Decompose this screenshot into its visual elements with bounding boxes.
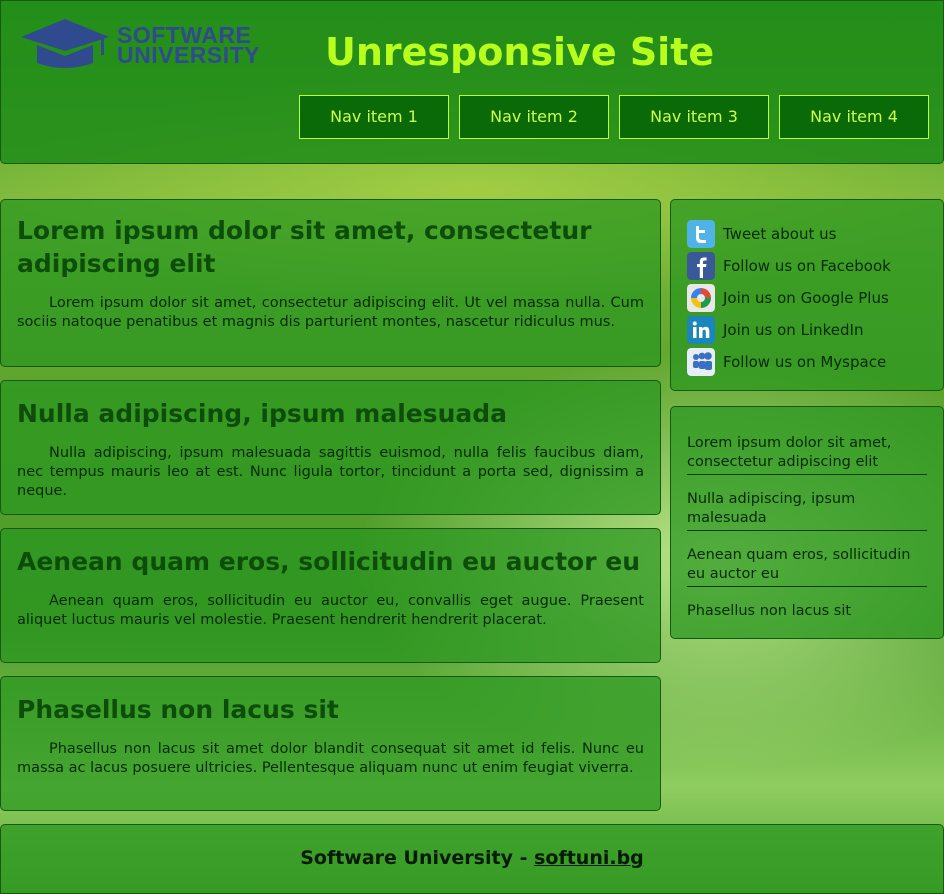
- google-plus-icon: [687, 284, 715, 312]
- nav-item-4[interactable]: Nav item 4: [779, 95, 929, 139]
- article-3: Aenean quam eros, sollicitudin eu auctor…: [0, 528, 661, 663]
- related-link-1[interactable]: Lorem ipsum dolor sit amet, consectetur …: [687, 431, 927, 475]
- site-title: Unresponsive Site: [325, 30, 715, 74]
- footer-link[interactable]: softuni.bg: [534, 847, 644, 869]
- article-2: Nulla adipiscing, ipsum malesuada Nulla …: [0, 380, 661, 515]
- social-item-twitter[interactable]: Tweet about us: [687, 218, 927, 250]
- social-item-google-plus[interactable]: Join us on Google Plus: [687, 282, 927, 314]
- article-body: Phasellus non lacus sit amet dolor bland…: [17, 741, 644, 776]
- social-links: Tweet about us Follow us on Facebook Joi…: [670, 199, 944, 391]
- footer-text: Software University -: [300, 847, 535, 869]
- software-university-logo[interactable]: SOFTWARE UNIVERSITY: [17, 15, 281, 71]
- article-4: Phasellus non lacus sit Phasellus non la…: [0, 676, 661, 811]
- graduation-cap-icon: [21, 19, 109, 68]
- social-label: Tweet about us: [723, 225, 837, 243]
- social-item-myspace[interactable]: Follow us on Myspace: [687, 346, 927, 378]
- linkedin-icon: [687, 316, 715, 344]
- nav-item-1[interactable]: Nav item 1: [299, 95, 449, 139]
- related-links: Lorem ipsum dolor sit amet, consectetur …: [670, 406, 944, 639]
- article-body: Nulla adipiscing, ipsum malesuada sagitt…: [17, 445, 644, 499]
- related-link-4[interactable]: Phasellus non lacus sit: [687, 599, 927, 623]
- article-body: Aenean quam eros, sollicitudin eu auctor…: [17, 593, 644, 628]
- article-1: Lorem ipsum dolor sit amet, consectetur …: [0, 199, 661, 367]
- social-label: Join us on LinkedIn: [723, 321, 864, 339]
- article-title: Aenean quam eros, sollicitudin eu auctor…: [17, 547, 641, 576]
- social-item-facebook[interactable]: Follow us on Facebook: [687, 250, 927, 282]
- article-title: Phasellus non lacus sit: [17, 695, 339, 724]
- site-footer: Software University - softuni.bg: [0, 824, 944, 894]
- social-label: Join us on Google Plus: [723, 289, 889, 307]
- site-header: SOFTWARE UNIVERSITY Unresponsive Site Na…: [0, 0, 944, 164]
- facebook-icon: [687, 252, 715, 280]
- twitter-icon: [687, 220, 715, 248]
- article-title: Lorem ipsum dolor sit amet, consectetur …: [17, 216, 592, 278]
- social-label: Follow us on Facebook: [723, 257, 891, 275]
- nav-item-3[interactable]: Nav item 3: [619, 95, 769, 139]
- related-link-2[interactable]: Nulla adipiscing, ipsum malesuada: [687, 487, 927, 531]
- social-item-linkedin[interactable]: Join us on LinkedIn: [687, 314, 927, 346]
- logo-text: SOFTWARE UNIVERSITY: [117, 24, 261, 68]
- related-link-3[interactable]: Aenean quam eros, sollicitudin eu auctor…: [687, 543, 927, 587]
- main-nav: Nav item 1 Nav item 2 Nav item 3 Nav ite…: [299, 95, 929, 139]
- article-title: Nulla adipiscing, ipsum malesuada: [17, 399, 508, 428]
- social-label: Follow us on Myspace: [723, 353, 887, 371]
- article-body: Lorem ipsum dolor sit amet, consectetur …: [17, 295, 644, 330]
- myspace-icon: [687, 348, 715, 376]
- logo-line-university: UNIVERSITY: [117, 42, 261, 68]
- nav-item-2[interactable]: Nav item 2: [459, 95, 609, 139]
